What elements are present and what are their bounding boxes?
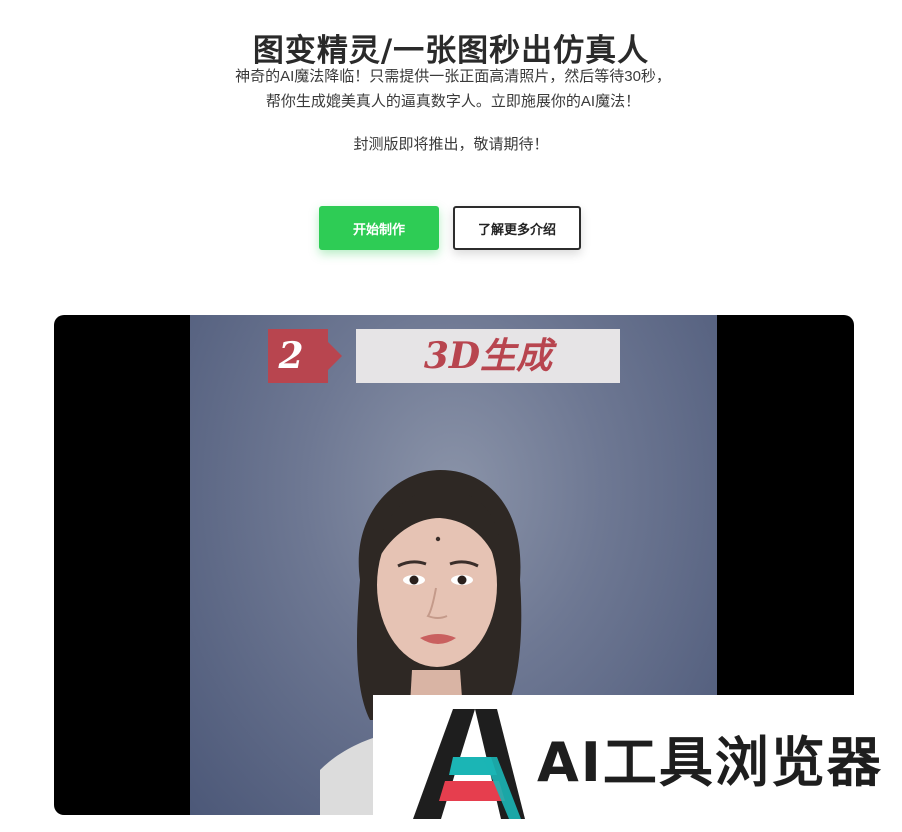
learn-more-button[interactable]: 了解更多介绍	[453, 206, 581, 250]
step-number: 2	[278, 335, 304, 377]
watermark: AI工具浏览器	[373, 695, 881, 832]
start-create-button[interactable]: 开始制作	[319, 206, 439, 250]
hero-description: 神奇的AI魔法降临！只需提供一张正面高清照片，然后等待30秒，帮你生成媲美真人的…	[235, 68, 671, 110]
watermark-text: AI工具浏览器	[537, 731, 883, 794]
beta-notice: 封测版即将推出，敬请期待！	[353, 136, 549, 153]
step-arrow-icon	[328, 342, 342, 370]
step-label-box: 3D生成	[356, 329, 620, 383]
ai-tools-logo-icon	[413, 709, 525, 819]
step-label: 3D生成	[423, 335, 553, 377]
page: 图变精灵/一张图秒出仿真人 神奇的AI魔法降临！只需提供一张正面高清照片，然后等…	[0, 0, 902, 832]
step-number-box: 2	[268, 329, 328, 383]
step-banner: 2 3D生成	[268, 329, 620, 383]
